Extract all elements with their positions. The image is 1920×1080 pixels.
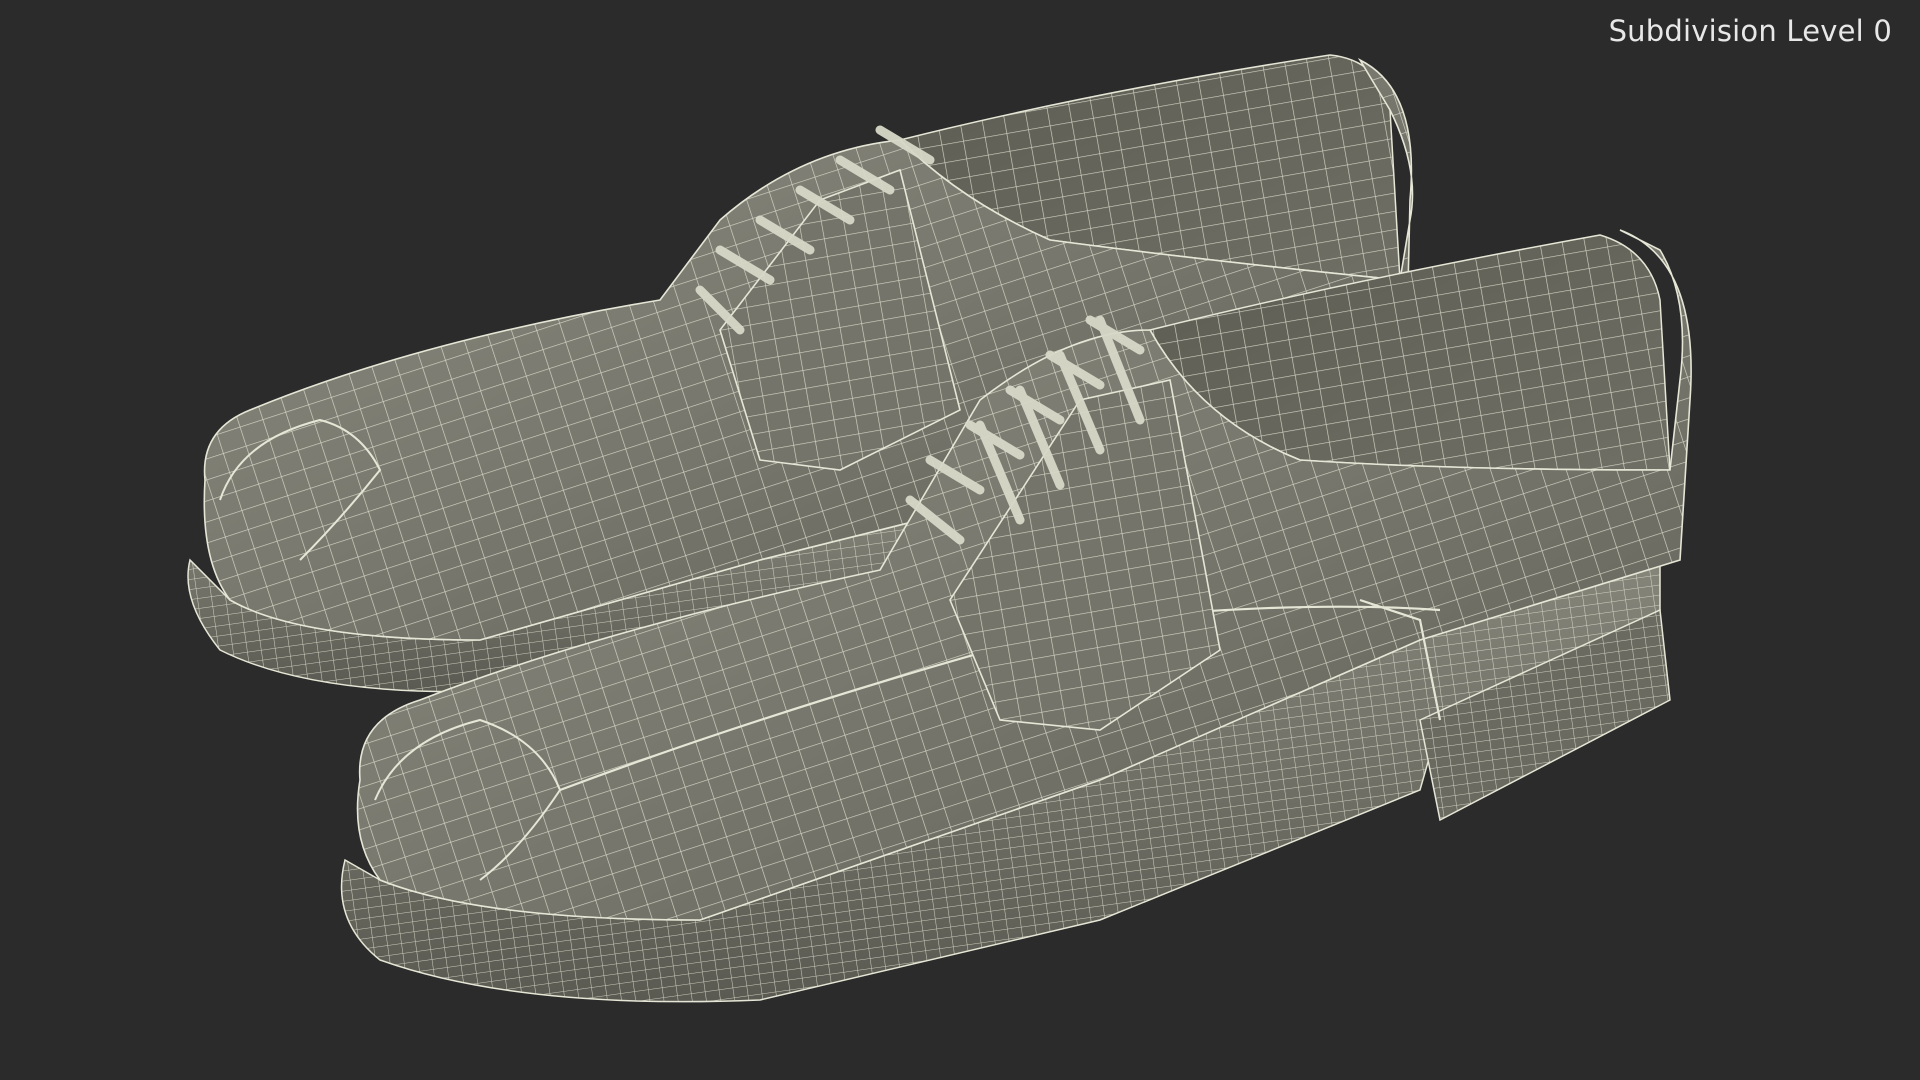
- render-viewport: Subdivision Level 0: [0, 0, 1920, 1080]
- subdivision-level-label: Subdivision Level 0: [1608, 14, 1892, 48]
- shoes-render: [187, 54, 1692, 1003]
